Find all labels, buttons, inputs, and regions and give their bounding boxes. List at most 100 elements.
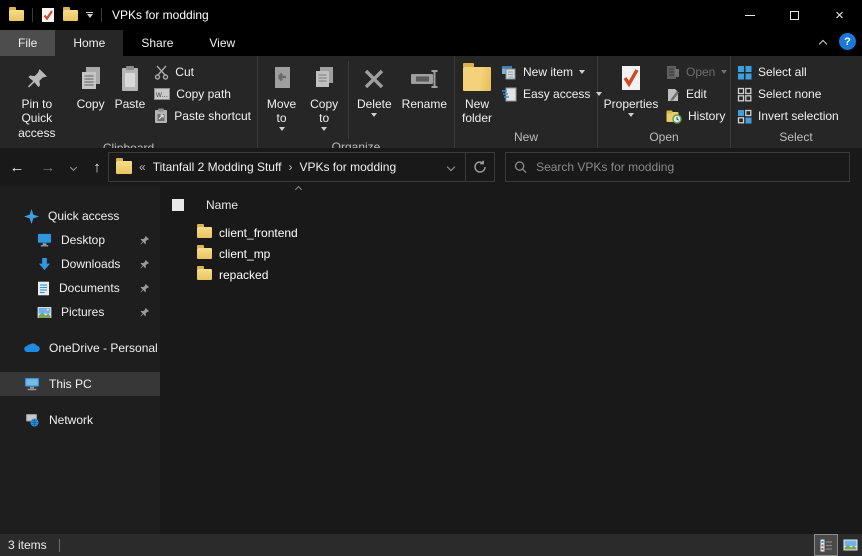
tab-file[interactable]: File: [0, 30, 56, 56]
sidebar-item-this-pc[interactable]: This PC: [0, 372, 160, 396]
back-button[interactable]: ←: [0, 159, 34, 176]
ribbon-group-new: New folder New item Easy access New: [455, 56, 603, 148]
copy-button[interactable]: Copy: [72, 59, 110, 111]
sidebar-item-desktop[interactable]: Desktop: [0, 228, 160, 252]
group-label-select: Select: [779, 130, 813, 144]
collapse-ribbon-button[interactable]: [814, 35, 832, 53]
details-view-button[interactable]: [814, 534, 838, 556]
invert-selection-button[interactable]: Invert selection: [733, 105, 843, 127]
ribbon-tabs: File Home Share View ?: [0, 30, 862, 56]
file-rows: client_frontend client_mp repacked: [160, 222, 862, 285]
qat-new-folder-button[interactable]: [63, 6, 78, 21]
edit-icon: [668, 88, 679, 101]
select-all-button[interactable]: Select all: [733, 61, 843, 83]
paste-button[interactable]: Paste: [110, 59, 151, 111]
select-all-checkbox[interactable]: [172, 199, 184, 211]
search-icon: [514, 161, 527, 174]
sidebar-item-label: This PC: [49, 377, 92, 391]
recent-locations-button[interactable]: [62, 163, 84, 171]
dropdown-caret: [579, 70, 586, 74]
group-label-new: New: [513, 130, 538, 144]
copy-icon: [78, 61, 104, 97]
address-bar-controls: [437, 153, 494, 181]
open-button[interactable]: Open: [662, 61, 731, 83]
sidebar-item-quick-access[interactable]: Quick access: [0, 204, 160, 228]
minimize-icon: [744, 14, 755, 16]
chevron-down-icon: [86, 14, 93, 18]
copy-to-icon: [311, 61, 337, 97]
sidebar-item-label: Desktop: [61, 233, 106, 247]
breadcrumb-current-folder[interactable]: VPKs for modding: [299, 160, 396, 174]
copy-to-button[interactable]: Copy to: [303, 59, 345, 131]
breadcrumb-prefix[interactable]: «: [139, 160, 146, 174]
search-box[interactable]: [505, 152, 850, 182]
easy-access-button[interactable]: Easy access: [497, 83, 606, 105]
minimize-button[interactable]: [727, 0, 772, 30]
rename-button[interactable]: Rename: [397, 59, 452, 111]
file-row[interactable]: client_frontend: [160, 222, 862, 243]
documents-icon: [38, 281, 49, 295]
address-bar[interactable]: « Titanfall 2 Modding Stuff › VPKs for m…: [108, 152, 495, 182]
sidebar-item-network[interactable]: Network: [0, 408, 160, 432]
close-button[interactable]: ×: [817, 0, 862, 30]
window-icon: [9, 6, 24, 21]
group-label-open: Open: [649, 130, 679, 144]
chevron-down-icon: [69, 163, 77, 171]
file-row[interactable]: repacked: [160, 264, 862, 285]
address-dropdown-button[interactable]: [437, 153, 465, 181]
breadcrumb-separator[interactable]: ›: [288, 160, 292, 174]
new-folder-button[interactable]: New folder: [457, 59, 497, 126]
button-label: History: [688, 109, 726, 123]
sidebar-item-downloads[interactable]: Downloads: [0, 252, 160, 276]
back-icon: ←: [9, 158, 25, 176]
cut-button[interactable]: Cut: [150, 61, 255, 83]
qat-customize-dropdown[interactable]: [86, 12, 93, 18]
move-to-button[interactable]: Move to: [260, 59, 303, 131]
close-icon: ×: [835, 6, 844, 24]
sidebar-item-documents[interactable]: Documents: [0, 276, 160, 300]
dropdown-caret: [628, 113, 634, 118]
copy-path-icon: w...: [154, 88, 171, 100]
move-to-icon: [270, 61, 294, 97]
button-label: Paste shortcut: [174, 109, 251, 123]
details-view-icon: [820, 539, 832, 551]
edit-button[interactable]: Edit: [662, 83, 731, 105]
paste-icon: [118, 61, 142, 97]
breadcrumb-parent-folder[interactable]: Titanfall 2 Modding Stuff: [153, 160, 282, 174]
column-header-name[interactable]: Name: [206, 198, 238, 212]
tab-home[interactable]: Home: [55, 30, 124, 56]
dropdown-caret: [278, 126, 285, 131]
button-label: Properties: [603, 97, 659, 111]
sidebar-item-onedrive[interactable]: OneDrive - Personal: [0, 336, 160, 360]
sidebar-item-pictures[interactable]: Pictures: [0, 300, 160, 324]
maximize-button[interactable]: [772, 0, 817, 30]
forward-button[interactable]: →: [34, 159, 62, 176]
delete-icon: [363, 61, 385, 97]
copy-path-button[interactable]: w... Copy path: [150, 83, 255, 105]
ribbon: Pin to Quick access Copy Paste Cut w... …: [0, 56, 862, 155]
button-label: Open: [686, 65, 716, 79]
search-input[interactable]: [536, 160, 841, 174]
pin-to-quick-access-button[interactable]: Pin to Quick access: [2, 59, 72, 140]
paste-shortcut-button[interactable]: Paste shortcut: [150, 105, 255, 127]
select-none-button[interactable]: Select none: [733, 83, 843, 105]
tab-view[interactable]: View: [191, 30, 253, 56]
file-row[interactable]: client_mp: [160, 243, 862, 264]
downloads-icon: [38, 257, 51, 270]
button-label: Pin to Quick access: [18, 97, 56, 140]
help-button[interactable]: ?: [839, 33, 856, 50]
refresh-icon: [474, 160, 486, 173]
qat-properties-button[interactable]: [41, 7, 55, 23]
up-button[interactable]: ↑: [84, 159, 110, 176]
new-item-button[interactable]: New item: [497, 61, 606, 83]
pin-icon: [140, 259, 150, 268]
divider: [101, 8, 102, 22]
pictures-icon: [37, 306, 52, 318]
delete-button[interactable]: Delete: [352, 59, 397, 118]
tab-share[interactable]: Share: [123, 30, 191, 56]
properties-check-icon: [42, 8, 54, 22]
properties-button[interactable]: Properties: [600, 59, 662, 118]
history-button[interactable]: History: [662, 105, 731, 127]
large-icons-view-button[interactable]: [838, 534, 862, 556]
refresh-button[interactable]: [466, 153, 494, 181]
